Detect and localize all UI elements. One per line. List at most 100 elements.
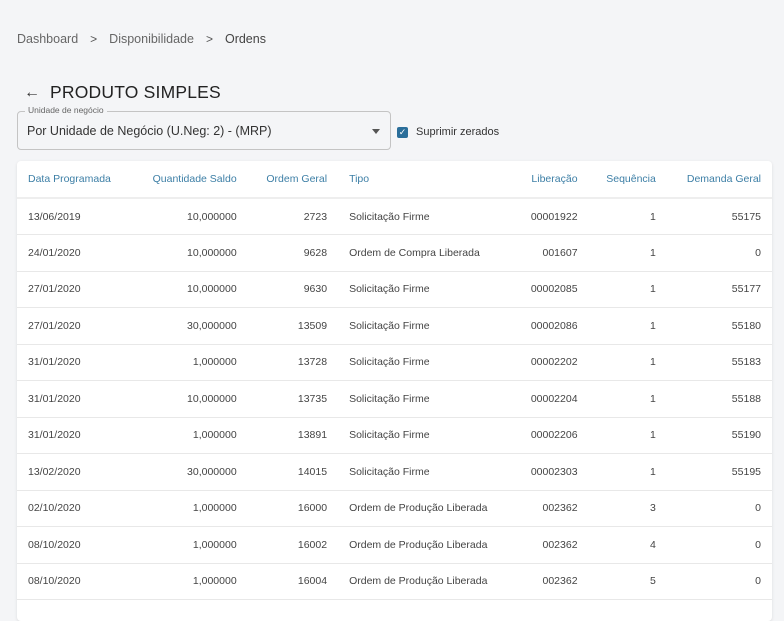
table-cell: 1 [588,234,667,272]
table-cell: 16004 [247,563,339,600]
table-cell: 16000 [247,490,339,527]
table-cell: 13728 [247,344,339,381]
table-cell: 00002085 [513,271,589,308]
table-cell: 9628 [247,234,339,272]
table-cell: 27/01/2020 [17,307,132,345]
table-cell: 00002303 [513,453,589,491]
table-cell: 1,000000 [131,417,248,454]
table-cell: 4 [588,526,667,564]
table-cell: 0 [666,234,772,272]
business-unit-value: Por Unidade de Negócio (U.Neg: 2) - (MRP… [27,124,272,138]
table-cell: 14015 [247,453,339,491]
table-cell: 55188 [666,380,772,418]
table-cell: 31/01/2020 [17,344,132,381]
table-cell: 0 [666,490,772,527]
table-cell: 0 [666,563,772,600]
table-cell: 10,000000 [131,198,248,235]
table-cell: 13891 [247,417,339,454]
table-cell: 55177 [666,271,772,308]
table-cell: 1 [588,417,667,454]
table-row[interactable]: 13/06/2019 10,000000 2723 Solicitação Firme… [17,198,772,235]
table-cell: 1 [588,271,667,308]
column-header[interactable]: Quantidade Saldo [131,161,248,199]
checkbox-checked-icon[interactable]: ✓ [397,126,408,138]
table-cell: 9630 [247,271,339,308]
table-cell: Solicitação Firme [338,271,514,308]
table-cell: 55175 [666,198,772,235]
table-cell: 2723 [247,198,339,235]
table-row[interactable]: 27/01/2020 30,000000 13509 Solicitação Firm… [17,307,772,345]
table-cell: 1 [588,344,667,381]
table-cell: 02/10/2020 [17,490,132,527]
table-cell: 55183 [666,344,772,381]
table-row[interactable]: 27/01/2020 10,000000 9630 Solicitação Firme… [17,271,772,308]
suppress-zeros-checkbox[interactable]: ✓ Suprimir zerados [397,126,499,138]
back-arrow-icon[interactable]: ← [24,84,40,102]
table-cell: 10,000000 [131,380,248,418]
column-header[interactable]: Demanda Geral [666,161,772,199]
table-cell: 31/01/2020 [17,380,132,418]
table-cell: 31/01/2020 [17,417,132,454]
table-cell: Solicitação Firme [338,307,514,345]
table-row[interactable]: 31/01/2020 1,000000 13728 Solicitação Firme… [17,344,772,381]
column-header[interactable]: Liberação [513,161,589,199]
column-header[interactable]: Tipo [338,161,514,199]
table-cell: 002362 [513,526,589,564]
table-cell: 1 [588,453,667,491]
breadcrumb-dashboard[interactable]: Dashboard [17,32,78,46]
table-cell: 1 [588,380,667,418]
table-cell: 08/10/2020 [17,526,132,564]
table-cell: 13509 [247,307,339,345]
table-cell: Ordem de Produção Liberada [338,490,514,527]
table-cell: 0 [666,526,772,564]
page-title: PRODUTO SIMPLES [50,82,221,102]
table-cell: 1,000000 [131,344,248,381]
table-cell: 13/02/2020 [17,453,132,491]
table-cell: 08/10/2020 [17,563,132,600]
table-row[interactable]: 08/10/2020 1,000000 16004 Ordem de Produção… [17,563,772,600]
table-cell: 1,000000 [131,563,248,600]
table-cell: Ordem de Produção Liberada [338,526,514,564]
table-cell: 1 [588,198,667,235]
business-unit-label: Unidade de negócio [25,105,107,115]
table-cell: Solicitação Firme [338,344,514,381]
table-cell: 10,000000 [131,271,248,308]
table-cell: Ordem de Compra Liberada [338,234,514,272]
table-cell: 00002204 [513,380,589,418]
business-unit-select[interactable]: Unidade de negócio Por Unidade de Negóci… [17,105,391,150]
table-cell: 10,000000 [131,234,248,272]
column-header[interactable]: Sequência [588,161,667,199]
chevron-right-icon: > [205,32,213,46]
table-row[interactable]: 31/01/2020 10,000000 13735 Solicitação Firm… [17,380,772,418]
orders-table-card: Data Programada Quantidade Saldo Ordem Ger… [17,161,772,621]
table-cell: 00002206 [513,417,589,454]
table-cell: 1,000000 [131,490,248,527]
table-row[interactable]: 13/02/2020 30,000000 14015 Solicitação Firm… [17,453,772,491]
table-cell: 002362 [513,490,589,527]
table-cell: 1 [588,307,667,345]
dropdown-arrow-icon [372,129,380,134]
table-cell: 55190 [666,417,772,454]
table-cell: Solicitação Firme [338,453,514,491]
table-cell: Solicitação Firme [338,380,514,418]
suppress-zeros-label: Suprimir zerados [416,126,500,138]
table-cell: 002362 [513,563,589,600]
column-header[interactable]: Ordem Geral [247,161,339,199]
table-row[interactable]: 08/10/2020 1,000000 16002 Ordem de Produção… [17,526,772,564]
table-cell: 3 [588,490,667,527]
table-cell: Ordem de Produção Liberada [338,563,514,600]
table-cell: 13/06/2019 [17,198,132,235]
table-cell: 1,000000 [131,526,248,564]
table-row[interactable]: 31/01/2020 1,000000 13891 Solicitação Firme… [17,417,772,454]
table-cell: 55180 [666,307,772,345]
table-cell: 30,000000 [131,307,248,345]
table-cell: 55195 [666,453,772,491]
breadcrumb-disponibilidade[interactable]: Disponibilidade [109,32,194,46]
table-row[interactable]: 02/10/2020 1,000000 16000 Ordem de Produção… [17,490,772,527]
table-row[interactable]: 24/01/2020 10,000000 9628 Ordem de Compra L… [17,234,772,272]
column-header[interactable]: Data Programada [17,161,132,199]
breadcrumb: Dashboard > Disponibilidade > Ordens [17,32,266,46]
orders-table: Data Programada Quantidade Saldo Ordem Ger… [17,161,772,600]
table-cell: 00002086 [513,307,589,345]
table-cell: 00002202 [513,344,589,381]
